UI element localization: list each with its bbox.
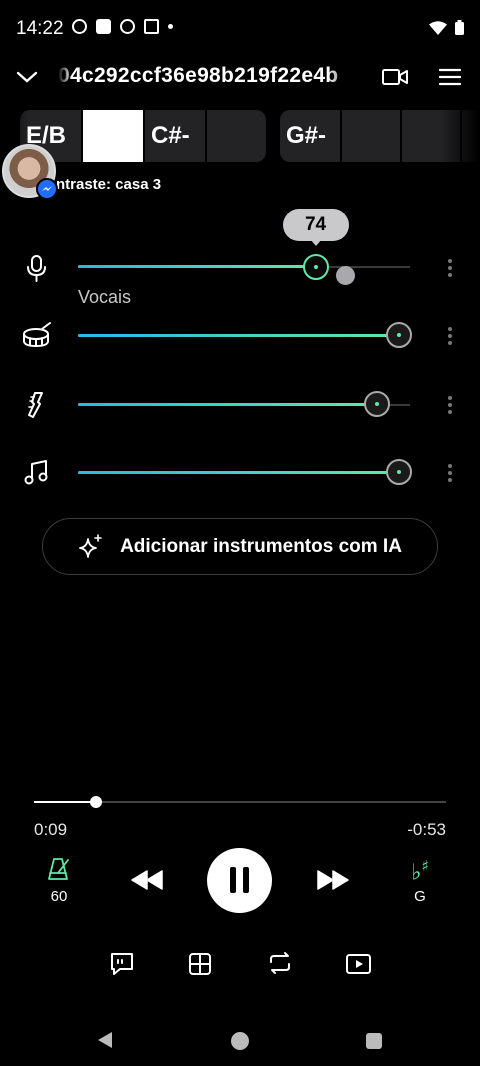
drum-icon <box>23 322 51 348</box>
drums-slider-knob[interactable] <box>386 322 412 348</box>
playback-progress-knob[interactable] <box>89 796 102 808</box>
drums-more-button[interactable] <box>442 324 458 348</box>
nav-recents-icon[interactable] <box>366 1033 382 1049</box>
add-ai-instruments-button[interactable]: Adicionar instrumentos com IA <box>42 518 438 575</box>
video-play-icon[interactable] <box>345 952 372 976</box>
key-button[interactable]: ♭♯ G <box>395 853 445 905</box>
vocals-more-button[interactable] <box>442 256 458 280</box>
chord-cell[interactable]: G#- <box>280 110 342 162</box>
elapsed-time: 0:09 <box>34 820 68 839</box>
guitar-slider-knob[interactable] <box>363 391 390 417</box>
rewind-icon[interactable] <box>130 869 164 891</box>
guitar-icon <box>28 392 43 418</box>
vocals-slider-fill <box>78 265 316 268</box>
app-b-icon <box>96 19 111 34</box>
nav-home-icon[interactable] <box>231 1032 249 1050</box>
menu-icon[interactable] <box>439 68 461 86</box>
record-icon <box>72 19 87 34</box>
song-title: 04c292ccf36e98b219f22e4b <box>58 64 339 87</box>
chevron-down-icon[interactable] <box>16 70 38 84</box>
battery-icon <box>455 20 464 35</box>
circle-app-icon <box>120 19 135 34</box>
status-time: 14:22 <box>16 18 64 39</box>
add-ai-instruments-label: Adicionar instrumentos com IA <box>120 535 402 557</box>
chord-cell[interactable] <box>342 110 402 162</box>
grid-icon[interactable] <box>188 952 212 976</box>
messenger-badge-icon <box>36 178 58 200</box>
wifi-icon <box>429 20 447 35</box>
track-label-vocals: Vocais <box>78 287 132 307</box>
vocals-slider-knob[interactable] <box>302 254 329 280</box>
drums-slider-fill <box>78 334 399 337</box>
chord-fade-right <box>440 108 480 164</box>
chord-cell[interactable]: C#- <box>145 110 207 162</box>
pause-button[interactable] <box>207 848 272 913</box>
guitar-slider-fill <box>78 403 377 406</box>
status-system-icons <box>429 20 464 35</box>
loop-icon[interactable] <box>266 950 294 976</box>
microphone-icon <box>27 255 46 282</box>
flat-sharp-icon: ♭♯ <box>411 857 429 886</box>
pause-bar-right <box>243 867 249 893</box>
pause-bar-left <box>230 867 236 893</box>
music-note-icon <box>24 460 48 485</box>
metronome-button[interactable]: 60 <box>34 856 84 905</box>
metronome-value: 60 <box>50 888 68 905</box>
instruments-slider-knob[interactable] <box>386 459 412 485</box>
sparkle-icon <box>79 533 102 558</box>
chord-cell[interactable] <box>207 110 266 162</box>
vocals-secondary-knob[interactable] <box>336 266 355 285</box>
guitar-more-button[interactable] <box>442 393 458 417</box>
messenger-icon <box>42 186 52 191</box>
metronome-icon <box>48 858 69 880</box>
contrast-label: ntraste: casa 3 <box>56 176 162 193</box>
sim-icon <box>144 19 159 34</box>
chord-group-1[interactable]: E/B C#- <box>20 110 266 162</box>
playback-progress-fill <box>34 801 96 803</box>
nav-back-icon[interactable] <box>96 1031 114 1049</box>
status-notification-icons <box>72 19 173 34</box>
more-notifications-dot <box>168 24 173 29</box>
remaining-time: -0:53 <box>407 820 446 839</box>
instruments-more-button[interactable] <box>442 461 458 485</box>
instruments-slider-fill <box>78 471 399 474</box>
video-icon[interactable] <box>382 67 408 87</box>
volume-tooltip: 74 <box>282 209 349 246</box>
lyrics-icon[interactable] <box>109 952 135 976</box>
fast-forward-icon[interactable] <box>316 869 350 891</box>
chord-cell-current[interactable] <box>83 110 145 162</box>
key-value: G <box>414 888 426 906</box>
